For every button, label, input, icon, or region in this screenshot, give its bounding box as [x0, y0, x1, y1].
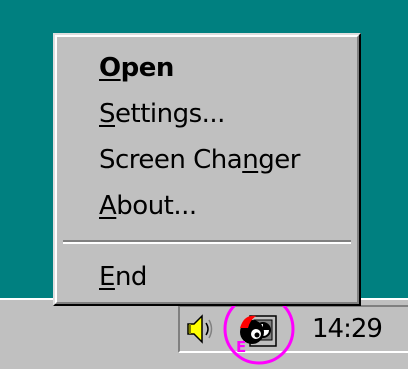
- menu-item-end-label: nd: [114, 262, 147, 292]
- speaker-icon[interactable]: [182, 311, 218, 347]
- menu-item-screen-changer[interactable]: Screen Changer: [99, 140, 300, 180]
- menu-item-open[interactable]: Open: [99, 48, 174, 88]
- context-menu: Open Settings... Screen Changer About...…: [53, 33, 361, 306]
- menu-item-end[interactable]: End: [99, 257, 147, 297]
- menu-item-about-label: bout...: [116, 191, 197, 221]
- menu-item-end-hotkey: E: [99, 262, 115, 292]
- menu-item-settings[interactable]: Settings...: [99, 94, 225, 134]
- menu-item-screen-changer-label-start: Screen Cha: [99, 145, 243, 175]
- menu-item-about[interactable]: About...: [99, 186, 197, 226]
- menu-item-screen-changer-label-end: ger: [258, 145, 300, 175]
- menu-item-open-hotkey: O: [99, 53, 121, 83]
- menu-item-screen-changer-hotkey: n: [242, 145, 259, 175]
- menu-item-settings-label: ettings...: [115, 99, 225, 129]
- menu-item-open-label: pen: [120, 53, 175, 83]
- menu-item-about-hotkey: A: [99, 191, 117, 221]
- menu-separator: [63, 240, 351, 244]
- tray-clock[interactable]: 14:29: [312, 311, 383, 347]
- menu-item-settings-hotkey: S: [99, 99, 116, 129]
- screen: E 14:29 Open Settings... Screen Changer …: [0, 0, 418, 369]
